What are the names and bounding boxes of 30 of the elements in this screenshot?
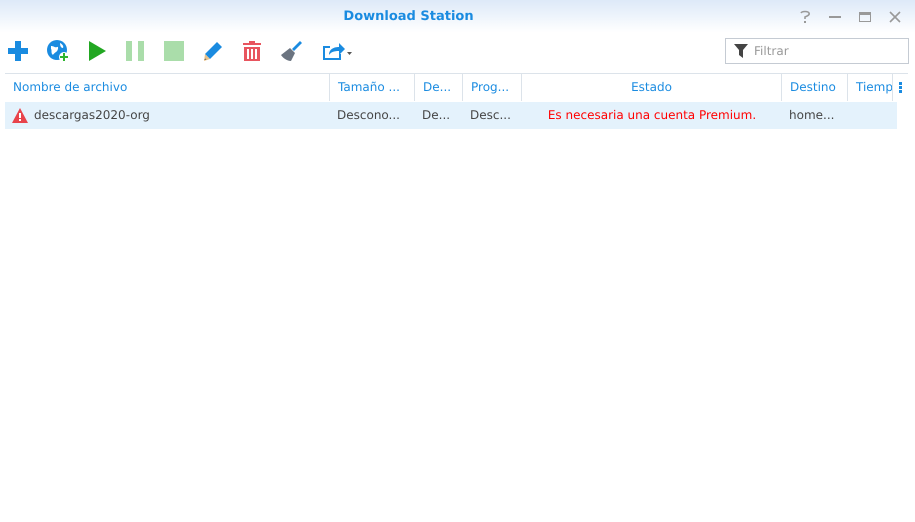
- pause-icon: [124, 40, 146, 62]
- column-header[interactable]: Prog...: [463, 74, 522, 101]
- column-header[interactable]: Nombre de archivo: [5, 74, 330, 101]
- filter-field[interactable]: Filtrar: [725, 38, 909, 64]
- more-vertical-icon: [899, 82, 902, 93]
- table-cell-text: Desc...: [470, 107, 511, 124]
- table-cell-text: De...: [422, 107, 450, 124]
- window-title: Download Station: [342, 9, 475, 24]
- column-header[interactable]: Tiemp: [848, 74, 893, 101]
- table-cell-text: home...: [789, 107, 834, 124]
- column-header[interactable]: Estado: [522, 74, 782, 101]
- column-header[interactable]: Destino: [782, 74, 848, 101]
- trash-icon: [241, 40, 263, 62]
- table-row[interactable]: descargas2020-org Descono... De... Desc... Es necesaria una cuenta Premium. home...: [5, 102, 897, 129]
- table-cell-text: descargas2020-org: [34, 107, 150, 124]
- close-icon: [887, 8, 903, 24]
- close-button[interactable]: [887, 8, 903, 24]
- table-cell-text: Es necesaria una cuenta Premium.: [548, 107, 756, 124]
- pencil-icon: [202, 40, 224, 62]
- plus-icon: [7, 40, 29, 62]
- filter-icon: [734, 44, 748, 58]
- stop-icon: [163, 40, 185, 62]
- broom-icon: [280, 40, 304, 62]
- table-cell-text: Descono...: [337, 107, 400, 124]
- column-header[interactable]: De...: [415, 74, 463, 101]
- column-header[interactable]: Tamaño ...: [330, 74, 415, 101]
- globe-plus-icon: [46, 39, 70, 63]
- play-icon: [87, 40, 107, 62]
- minimize-icon: [829, 16, 841, 18]
- share-icon: [321, 40, 353, 62]
